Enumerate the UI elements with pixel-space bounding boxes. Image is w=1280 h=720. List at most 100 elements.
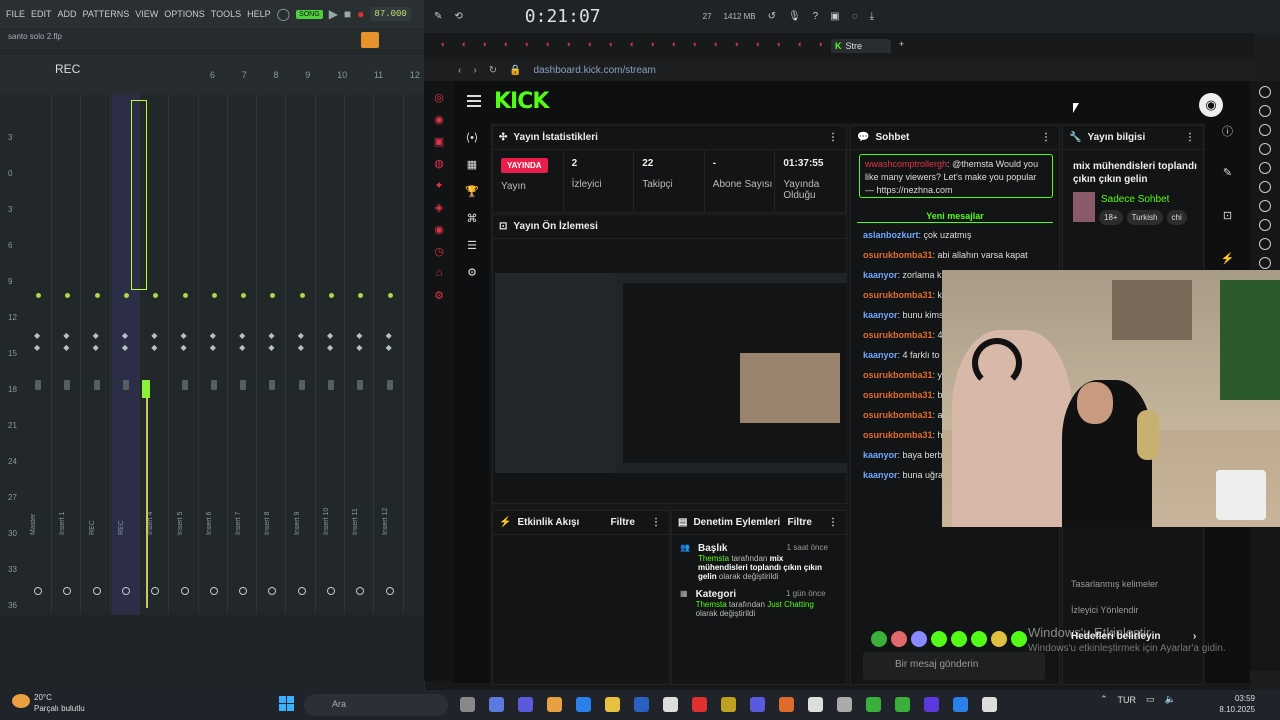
browser-tab[interactable]: ◖ <box>432 39 453 53</box>
monitor-knob-icon[interactable] <box>1259 181 1271 193</box>
sidebar-app-icon[interactable]: ⌂ <box>424 267 454 289</box>
mod-actor[interactable]: Themsta <box>696 600 727 609</box>
stereo-knob-icon[interactable]: ◆ <box>210 343 219 352</box>
volume-fader[interactable] <box>386 380 393 390</box>
volume-icon[interactable]: 🔈 <box>1165 694 1176 705</box>
more-icon[interactable]: ⋮ <box>651 517 661 528</box>
snap-icon[interactable]: ⟲ <box>454 11 462 22</box>
taskbar-app-icon[interactable] <box>895 697 910 712</box>
chat-username[interactable]: aslanbozkurt <box>863 230 919 240</box>
chat-input[interactable]: Bir mesaj gönderin <box>863 652 1045 680</box>
play-icon[interactable]: ▶ <box>329 7 338 21</box>
chat-username[interactable]: kaanyor <box>863 270 898 280</box>
taskbar-app-icon[interactable] <box>489 697 504 712</box>
tag[interactable]: Turkish <box>1126 210 1163 225</box>
browser-tab[interactable]: ◖ <box>453 39 474 53</box>
mic-icon[interactable]: 🎙 <box>788 11 801 22</box>
browser-tab[interactable]: ◖ <box>768 39 789 53</box>
filter-button[interactable]: Filtre <box>788 517 812 528</box>
volume-fader[interactable] <box>269 380 276 390</box>
route-ring-icon[interactable] <box>356 587 365 595</box>
volume-fader[interactable] <box>298 380 305 390</box>
settings-icon[interactable]: ⚙ <box>424 289 454 311</box>
route-ring-icon[interactable] <box>63 587 72 595</box>
taskbar-app-icon[interactable] <box>750 697 765 712</box>
mod-icon[interactable]: ⌘ <box>454 212 490 239</box>
browser-tab[interactable]: ◖ <box>642 39 663 53</box>
stereo-knob-icon[interactable]: ◆ <box>93 343 102 352</box>
chat-username[interactable]: kaanyor <box>863 470 898 480</box>
menu-file[interactable]: FILE <box>6 9 25 19</box>
volume-fader[interactable] <box>240 380 247 390</box>
more-icon[interactable]: ⋮ <box>828 132 838 143</box>
more-icon[interactable]: ⋮ <box>828 517 838 528</box>
mixer-strip[interactable]: ◆◆Insert 10▲ <box>317 95 345 664</box>
stereo-knob-icon[interactable]: ◆ <box>181 343 190 352</box>
trophy-icon[interactable]: 🏆 <box>454 185 490 212</box>
chat-username[interactable]: osurukbomba31 <box>863 290 933 300</box>
kick-logo[interactable]: KICK <box>494 89 549 114</box>
network-icon[interactable]: ▭ <box>1146 694 1155 705</box>
menu-tools[interactable]: TOOLS <box>211 9 241 19</box>
browser-tab[interactable]: ◖ <box>684 39 705 53</box>
stream-icon[interactable]: ⟨•⟩ <box>454 131 490 158</box>
back-icon[interactable]: ‹ <box>458 65 461 76</box>
stereo-knob-icon[interactable]: ◆ <box>122 343 131 352</box>
browser-tab[interactable]: ◖ <box>600 39 621 53</box>
taskbar-search[interactable]: Ara <box>304 694 448 716</box>
route-ring-icon[interactable] <box>239 587 248 595</box>
pan-knob-icon[interactable]: ◆ <box>210 331 219 340</box>
taskbar-app-icon[interactable] <box>460 697 475 712</box>
stereo-knob-icon[interactable]: ◆ <box>239 343 248 352</box>
menu-patterns[interactable]: PATTERNS <box>83 9 130 19</box>
new-tab-icon[interactable]: + <box>891 39 912 53</box>
menu-view[interactable]: VIEW <box>135 9 158 19</box>
led-icon[interactable] <box>211 293 217 298</box>
volume-fader[interactable] <box>357 380 364 390</box>
emote-icon[interactable] <box>991 631 1007 647</box>
led-icon[interactable] <box>270 293 276 298</box>
record-icon[interactable]: ● <box>357 7 364 21</box>
taskbar-app-icon[interactable] <box>837 697 852 712</box>
mixer-strip[interactable]: ◆◆Insert 9▲ <box>288 95 316 664</box>
emote-icon[interactable] <box>971 631 987 647</box>
browser-tab[interactable]: ◖ <box>705 39 726 53</box>
url-text[interactable]: dashboard.kick.com/stream <box>534 65 656 76</box>
mixer-strip[interactable]: ◆◆Insert 7▲ <box>229 95 258 664</box>
taskbar-app-icon[interactable] <box>721 697 736 712</box>
reload-icon[interactable]: ↻ <box>489 65 497 76</box>
more-icon[interactable]: ⋮ <box>1185 132 1195 143</box>
taskbar-app-icon[interactable] <box>924 697 939 712</box>
led-icon[interactable] <box>94 293 100 298</box>
browser-tab[interactable]: ◖ <box>621 39 642 53</box>
chat-username[interactable]: osurukbomba31 <box>863 410 933 420</box>
undo-icon[interactable]: ↺ <box>768 11 776 22</box>
sidebar-app-icon[interactable]: ◍ <box>424 157 454 179</box>
chat-username[interactable]: kaanyor <box>863 310 898 320</box>
menu-add[interactable]: ADD <box>58 9 77 19</box>
sidebar-app-icon[interactable]: ◎ <box>424 91 454 113</box>
weather-widget[interactable]: 20°C Parçalı bulutlu <box>10 692 85 714</box>
selected-fader[interactable] <box>142 380 150 398</box>
mixer-strip[interactable]: ◆◆Master▲ <box>24 95 52 664</box>
pan-knob-icon[interactable]: ◆ <box>239 331 248 340</box>
download-icon[interactable]: ⤓ <box>870 11 874 22</box>
sidebar-app-icon[interactable]: ▣ <box>424 135 454 157</box>
info-icon[interactable]: ⓘ <box>1205 123 1250 166</box>
led-icon[interactable] <box>36 293 41 298</box>
browser-tab[interactable]: ◖ <box>558 39 579 53</box>
tempo-display[interactable]: 87.000 <box>370 7 411 21</box>
sidebar-app-icon[interactable]: ◉ <box>424 223 454 245</box>
taskbar-app-icon[interactable] <box>779 697 794 712</box>
volume-fader[interactable] <box>328 380 334 390</box>
pan-knob-icon[interactable]: ◆ <box>181 331 190 340</box>
volume-fader[interactable] <box>35 380 41 390</box>
taskbar-app-icon[interactable] <box>663 697 678 712</box>
chat-username[interactable]: osurukbomba31 <box>863 330 933 340</box>
browser-tab[interactable]: ◖ <box>663 39 684 53</box>
pan-knob-icon[interactable]: ◆ <box>34 331 43 340</box>
category-link[interactable]: Sadece Sohbet <box>1101 194 1169 205</box>
route-ring-icon[interactable] <box>121 587 130 595</box>
led-icon[interactable] <box>358 293 364 298</box>
pan-knob-icon[interactable]: ◆ <box>63 331 72 340</box>
